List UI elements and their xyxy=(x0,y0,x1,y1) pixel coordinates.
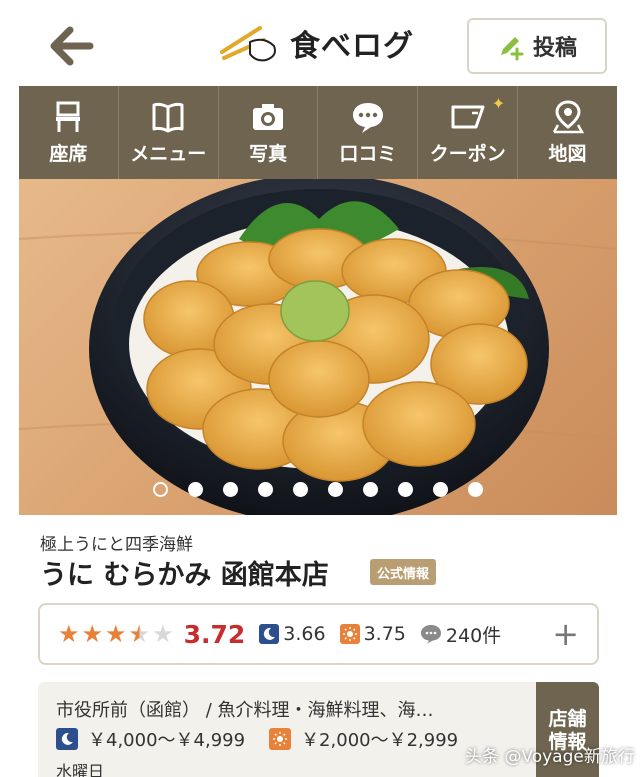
price-row: ￥4,000～￥4,999 ￥2,000～￥2,999 xyxy=(56,726,458,752)
chopsticks-icon xyxy=(220,26,276,62)
hero-photo-carousel[interactable] xyxy=(19,179,617,515)
star-rating: ★ ★ ★ ★ ★ xyxy=(58,622,174,646)
tab-label: メニュー xyxy=(130,143,207,165)
back-arrow-icon xyxy=(50,26,94,66)
area-genre-text: 市役所前（函館） / 魚介料理・海鮮料理、海… xyxy=(56,700,434,721)
carousel-dot[interactable] xyxy=(363,482,378,497)
carousel-dot[interactable] xyxy=(188,482,203,497)
seat-icon xyxy=(56,101,81,132)
moon-icon xyxy=(259,624,280,644)
regular-holiday: 水曜日 xyxy=(56,762,105,777)
tab-coupons[interactable]: ✦ クーポン xyxy=(418,86,519,179)
carousel-dot[interactable] xyxy=(468,482,483,497)
logo-text: 食べログ xyxy=(290,29,414,64)
sun-icon xyxy=(269,728,292,750)
tabelog-logo[interactable]: 食べログ xyxy=(220,20,414,66)
pencil-plus-icon xyxy=(500,37,524,61)
dinner-score: 3.66 xyxy=(283,623,326,645)
overall-score: 3.72 xyxy=(183,619,246,649)
post-button-label: 投稿 xyxy=(532,36,577,61)
review-count: 240件 xyxy=(445,624,502,647)
map-pin-icon xyxy=(552,100,584,134)
expand-rating-button[interactable]: + xyxy=(552,615,579,653)
carousel-dot[interactable] xyxy=(398,482,413,497)
tab-label: 地図 xyxy=(548,143,587,165)
star-icon: ★ xyxy=(105,620,127,648)
sun-icon xyxy=(339,624,360,644)
carousel-dots xyxy=(19,482,617,497)
back-button[interactable] xyxy=(48,24,96,68)
book-icon xyxy=(152,102,184,133)
tab-label: クーポン xyxy=(429,143,506,165)
carousel-dot[interactable] xyxy=(223,482,238,497)
dinner-price: ￥4,000～￥4,999 xyxy=(88,730,246,751)
lunch-score: 3.75 xyxy=(363,623,406,645)
camera-icon xyxy=(253,104,284,130)
tab-menu[interactable]: メニュー xyxy=(119,86,219,179)
ticket-icon xyxy=(451,105,485,129)
lunch-price: ￥2,000～￥2,999 xyxy=(301,730,459,751)
moon-icon xyxy=(56,728,78,750)
tab-label: 座席 xyxy=(49,143,88,165)
uni-rice-bowl-image xyxy=(19,179,617,515)
empty-star-icon: ★ xyxy=(152,620,174,648)
star-icon: ★ xyxy=(58,620,80,648)
carousel-dot[interactable] xyxy=(293,482,308,497)
carousel-dot[interactable] xyxy=(153,482,168,497)
watermark-text: 头条 @Voyage新旅行 xyxy=(465,747,635,767)
official-info-badge: 公式情報 xyxy=(370,559,437,585)
new-sparkle-icon: ✦ xyxy=(491,94,506,113)
half-star-icon: ★ xyxy=(128,620,151,648)
tab-seats[interactable]: 座席 xyxy=(19,86,119,179)
tab-map[interactable]: 地図 xyxy=(518,86,617,179)
tab-label: 口コミ xyxy=(339,143,397,165)
carousel-dot[interactable] xyxy=(258,482,273,497)
tab-reviews[interactable]: 口コミ xyxy=(318,86,419,179)
app-header: 食べログ 投稿 xyxy=(0,0,640,86)
nav-tab-bar: 座席 メニュー 写真 口コミ ✦ クーポン 地図 xyxy=(19,86,617,179)
chat-bubble-icon xyxy=(352,103,383,133)
carousel-dot[interactable] xyxy=(328,482,343,497)
shop-name: うに むらかみ 函館本店 xyxy=(40,560,329,591)
shop-catchphrase: 極上うにと四季海鮮 xyxy=(40,535,193,555)
post-button[interactable]: 投稿 xyxy=(467,18,607,74)
carousel-dot[interactable] xyxy=(433,482,448,497)
tab-label: 写真 xyxy=(249,143,288,165)
review-bubble-icon xyxy=(420,625,441,644)
star-icon: ★ xyxy=(81,620,104,648)
tab-photos[interactable]: 写真 xyxy=(219,86,319,179)
rating-summary[interactable]: ★ ★ ★ ★ ★ 3.72 3.66 3.75 240件 + xyxy=(38,603,599,665)
